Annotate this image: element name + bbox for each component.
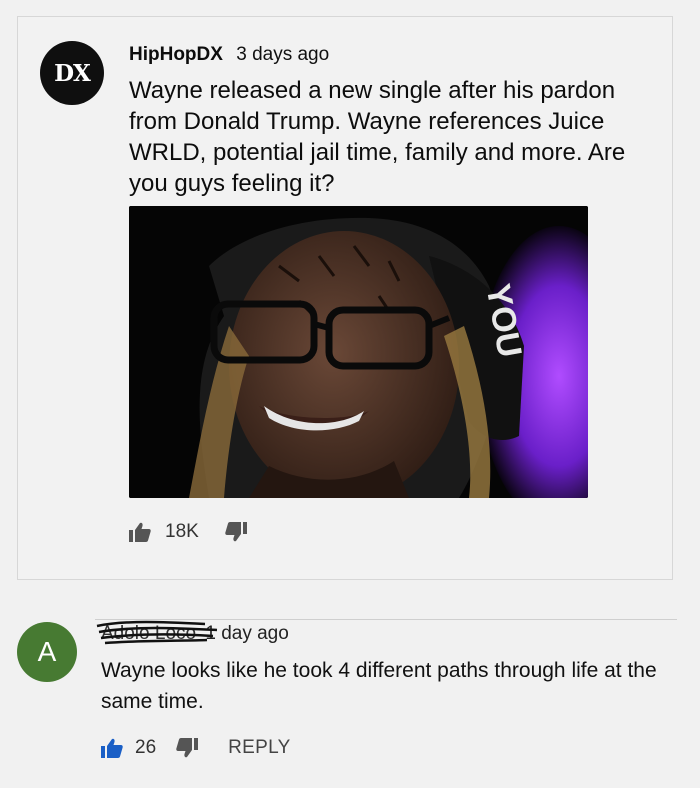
comment-actions: 26 REPLY [101, 733, 291, 763]
thumbs-down-icon[interactable] [225, 522, 247, 542]
comment-author[interactable]: Adolo Loco [96, 620, 218, 646]
post-actions: 18K [129, 517, 247, 547]
comment-like-count: 26 [135, 737, 157, 758]
community-post-card: DX HipHopDX 3 days ago Wayne released a … [17, 16, 673, 580]
thumbs-up-icon[interactable] [129, 522, 151, 542]
channel-avatar[interactable]: DX [40, 41, 104, 105]
thumbs-up-icon[interactable] [101, 738, 123, 758]
post-image[interactable]: YOU [129, 206, 588, 498]
comment-avatar[interactable]: A [17, 622, 77, 682]
post-header: HipHopDX 3 days ago [129, 43, 329, 67]
redaction-scribble [96, 620, 218, 645]
post-like-count: 18K [165, 521, 199, 542]
thumbs-down-icon[interactable] [176, 738, 199, 758]
post-text: Wayne released a new single after his pa… [129, 77, 626, 197]
reply-button[interactable]: REPLY [228, 737, 290, 759]
post-timestamp[interactable]: 3 days ago [236, 44, 329, 65]
comment-text: Wayne looks like he took 4 different pat… [101, 659, 657, 713]
channel-avatar-text: DX [54, 59, 91, 87]
post-author[interactable]: HipHopDX [129, 44, 223, 65]
comment-header: Adolo Loco 1 day ago [96, 620, 289, 646]
